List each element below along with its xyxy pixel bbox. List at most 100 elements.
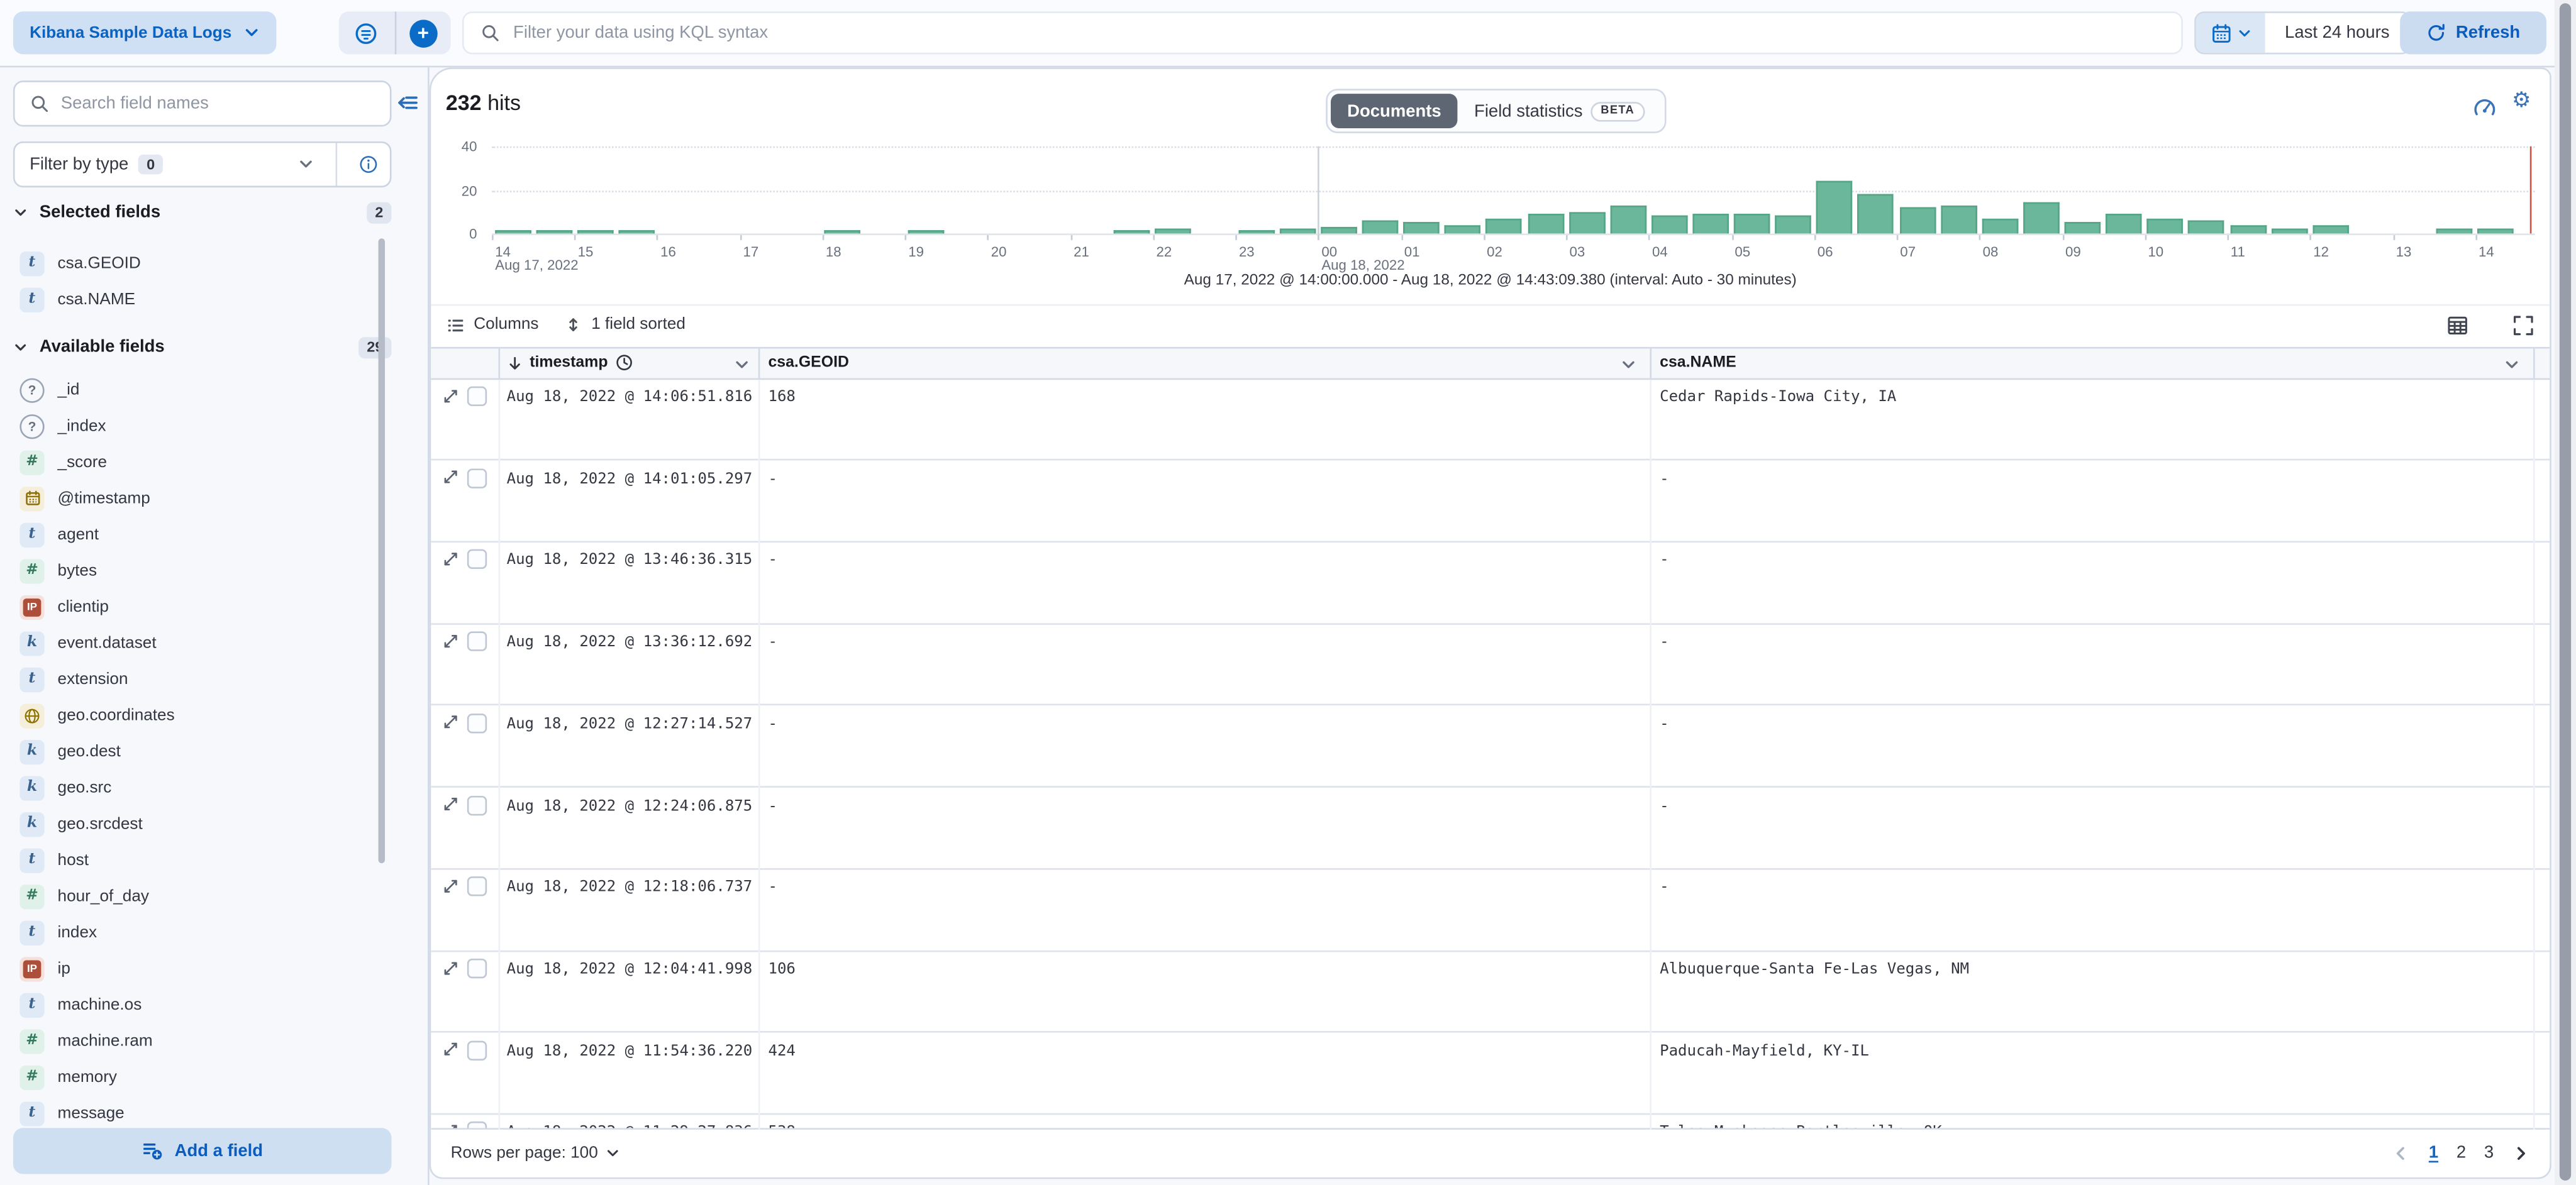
expand-document-button[interactable] bbox=[443, 959, 459, 976]
histogram-bar bbox=[577, 231, 613, 234]
field-item-agent[interactable]: tagent bbox=[0, 516, 401, 553]
refresh-icon bbox=[2426, 23, 2446, 43]
field-name: geo.srcdest bbox=[58, 815, 143, 833]
cell-csa-geoid: 424 bbox=[768, 1042, 795, 1061]
saved-query-icon bbox=[354, 21, 379, 45]
available-fields-section-header[interactable]: Available fields 29 bbox=[13, 334, 392, 360]
previous-page-button[interactable] bbox=[2392, 1144, 2411, 1162]
tab-field-statistics[interactable]: Field statistics BETA bbox=[1458, 94, 1661, 128]
refresh-button[interactable]: Refresh bbox=[2400, 11, 2546, 54]
display-options-button[interactable] bbox=[2446, 313, 2469, 336]
select-row-checkbox[interactable] bbox=[467, 1040, 487, 1060]
expand-document-button[interactable] bbox=[443, 469, 459, 485]
column-header-timestamp[interactable]: timestamp bbox=[507, 349, 633, 378]
x-axis-label: 07 bbox=[1900, 243, 1916, 259]
select-row-checkbox[interactable] bbox=[467, 714, 487, 733]
x-axis-tick bbox=[905, 234, 907, 240]
field-search-input[interactable]: Search field names bbox=[13, 80, 392, 126]
inspect-button[interactable] bbox=[2472, 96, 2497, 120]
data-grid-toolbar: Columns 1 field sorted bbox=[431, 304, 2550, 344]
columns-button[interactable]: Columns bbox=[446, 315, 539, 334]
current-time-marker bbox=[2529, 146, 2531, 234]
page-1-button[interactable]: 1 bbox=[2429, 1143, 2438, 1162]
page-2-button[interactable]: 2 bbox=[2457, 1143, 2466, 1162]
geoid-column-menu-chevron[interactable] bbox=[1620, 357, 1636, 373]
histogram-plot[interactable] bbox=[492, 146, 2535, 235]
field-item-csa.GEOID[interactable]: tcsa.GEOID bbox=[0, 245, 401, 282]
select-row-checkbox[interactable] bbox=[467, 550, 487, 570]
add-filter-button[interactable]: + bbox=[396, 11, 451, 54]
filter-by-type-select[interactable]: Filter by type 0 bbox=[13, 141, 392, 187]
expand-document-button[interactable] bbox=[443, 878, 459, 894]
field-item-clientip[interactable]: IPclientip bbox=[0, 588, 401, 625]
field-item-machine.os[interactable]: tmachine.os bbox=[0, 986, 401, 1023]
page-3-button[interactable]: 3 bbox=[2484, 1143, 2494, 1162]
field-item-_index[interactable]: ?_index bbox=[0, 408, 401, 444]
sort-fields-button[interactable]: 1 field sorted bbox=[565, 316, 686, 334]
selected-fields-section-header[interactable]: Selected fields 2 bbox=[13, 199, 392, 225]
x-axis-tick bbox=[2310, 234, 2312, 240]
field-item-event.dataset[interactable]: kevent.dataset bbox=[0, 625, 401, 661]
chevron-down-icon bbox=[13, 339, 28, 355]
expand-document-button[interactable] bbox=[443, 714, 459, 730]
select-row-checkbox[interactable] bbox=[467, 632, 487, 651]
field-item-geo.srcdest[interactable]: kgeo.srcdest bbox=[0, 806, 401, 842]
collapse-sidebar-button[interactable] bbox=[395, 89, 421, 115]
saved-query-menu-button[interactable] bbox=[339, 11, 394, 54]
field-item-_id[interactable]: ?_id bbox=[0, 372, 401, 408]
select-row-checkbox[interactable] bbox=[467, 959, 487, 978]
name-column-menu-chevron[interactable] bbox=[2504, 357, 2520, 373]
field-item-geo.src[interactable]: kgeo.src bbox=[0, 769, 401, 806]
expand-document-button[interactable] bbox=[443, 796, 459, 812]
expand-document-button[interactable] bbox=[443, 387, 459, 404]
fullscreen-button[interactable] bbox=[2512, 313, 2535, 336]
field-item-index[interactable]: tindex bbox=[0, 914, 401, 951]
time-range-display[interactable]: Last 24 hours bbox=[2265, 13, 2409, 53]
field-item-extension[interactable]: textension bbox=[0, 661, 401, 697]
field-item-geo.coordinates[interactable]: geo.coordinates bbox=[0, 697, 401, 734]
chart-options-gear-icon[interactable]: ⚙ bbox=[2512, 91, 2531, 112]
expand-document-button[interactable] bbox=[443, 632, 459, 649]
date-picker-menu-button[interactable] bbox=[2196, 13, 2265, 53]
next-page-button[interactable] bbox=[2512, 1144, 2530, 1162]
page-scrollbar[interactable] bbox=[2555, 0, 2576, 1185]
columns-label: Columns bbox=[474, 316, 538, 334]
field-name: extension bbox=[58, 670, 128, 688]
field-item-_score[interactable]: #_score bbox=[0, 444, 401, 480]
select-row-checkbox[interactable] bbox=[467, 387, 487, 406]
select-row-checkbox[interactable] bbox=[467, 877, 487, 896]
x-axis-label: 09 bbox=[2065, 243, 2081, 259]
field-item-machine.ram[interactable]: #machine.ram bbox=[0, 1023, 401, 1059]
field-item-bytes[interactable]: #bytes bbox=[0, 553, 401, 589]
field-item-host[interactable]: thost bbox=[0, 842, 401, 878]
field-item-@timestamp[interactable]: @timestamp bbox=[0, 480, 401, 517]
table-row: Aug 18, 2022 @ 12:18:06.737-- bbox=[431, 869, 2550, 951]
field-item-geo.dest[interactable]: kgeo.dest bbox=[0, 734, 401, 770]
field-item-hour_of_day[interactable]: #hour_of_day bbox=[0, 878, 401, 915]
field-item-csa.NAME[interactable]: tcsa.NAME bbox=[0, 281, 401, 317]
number-field-type-icon: # bbox=[19, 449, 44, 474]
tab-documents[interactable]: Documents bbox=[1331, 94, 1458, 128]
data-view-picker[interactable]: Kibana Sample Data Logs bbox=[13, 11, 276, 54]
expand-document-button[interactable] bbox=[443, 551, 459, 567]
field-item-ip[interactable]: IPip bbox=[0, 951, 401, 987]
add-field-button[interactable]: Add a field bbox=[13, 1127, 392, 1173]
sidebar-scrollbar[interactable] bbox=[379, 238, 385, 863]
filter-by-type-count-badge: 0 bbox=[138, 155, 163, 174]
timestamp-column-menu-chevron[interactable] bbox=[734, 357, 750, 373]
field-item-message[interactable]: tmessage bbox=[0, 1095, 401, 1132]
info-icon[interactable] bbox=[358, 155, 378, 174]
select-row-checkbox[interactable] bbox=[467, 795, 487, 815]
column-header-geoid[interactable]: csa.GEOID bbox=[768, 349, 848, 378]
number-field-type-icon: # bbox=[19, 558, 44, 583]
histogram-bar bbox=[2312, 225, 2349, 234]
kql-search-bar[interactable]: Filter your data using KQL syntax bbox=[462, 11, 2183, 54]
column-divider bbox=[758, 379, 760, 1130]
column-divider bbox=[499, 379, 501, 1130]
field-item-memory[interactable]: #memory bbox=[0, 1059, 401, 1095]
expand-document-button[interactable] bbox=[443, 1041, 459, 1057]
column-header-name[interactable]: csa.NAME bbox=[1660, 349, 1736, 378]
select-row-checkbox[interactable] bbox=[467, 468, 487, 488]
rows-per-page-select[interactable]: Rows per page: 100 bbox=[451, 1144, 619, 1162]
page-scrollbar-thumb[interactable] bbox=[2560, 3, 2571, 1181]
